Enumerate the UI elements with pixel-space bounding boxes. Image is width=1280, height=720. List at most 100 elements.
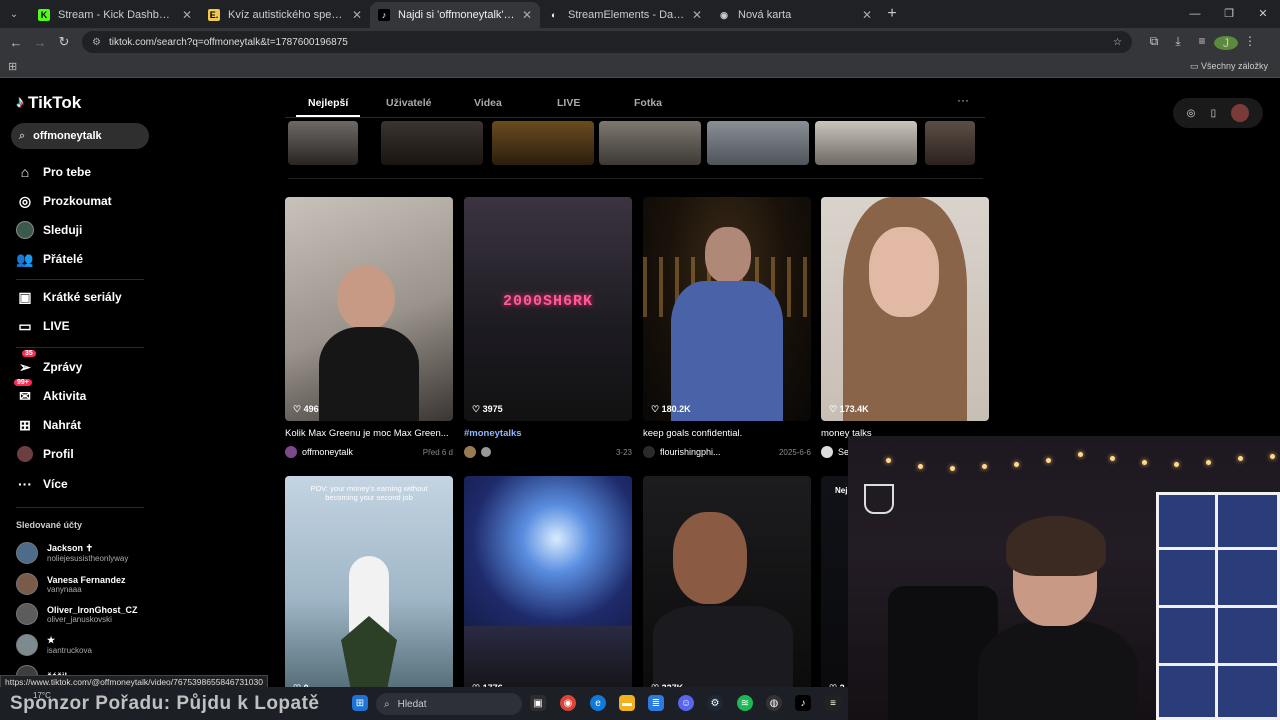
- video-card[interactable]: ♡ 327K: [643, 476, 811, 700]
- followed-account[interactable]: Oliver_IronGhost_CZ oliver_januskovski: [16, 603, 156, 625]
- sidebar-item-profil[interactable]: Profil: [16, 445, 74, 463]
- more-options-icon[interactable]: ···: [957, 93, 969, 107]
- video-thumbnail[interactable]: ♡ 180.2K: [643, 197, 811, 421]
- site-info-icon[interactable]: ⚙: [92, 37, 101, 48]
- video-card[interactable]: ♡ 496 Kolik Max Greenu je moc Max Green.…: [285, 197, 453, 458]
- sidebar-item-pratele[interactable]: 👥 Přátelé: [16, 250, 83, 268]
- extensions-icon[interactable]: ⧉: [1142, 34, 1166, 50]
- address-bar[interactable]: ⚙ tiktok.com/search?q=offmoneytalk&t=178…: [82, 31, 1132, 53]
- chrome-icon[interactable]: ◉: [560, 695, 576, 711]
- video-thumbnail[interactable]: 2000SH6RK ♡ 3975: [464, 197, 632, 421]
- windows-start-icon[interactable]: ⊞: [352, 695, 368, 711]
- video-thumbnail[interactable]: ♡ 173.4K: [821, 197, 989, 421]
- taskbar-search[interactable]: ⌕ Hledat: [376, 693, 522, 715]
- sidebar-item-prozkoumat[interactable]: ◎ Prozkoumat: [16, 192, 112, 210]
- new-tab-button[interactable]: +: [880, 5, 904, 23]
- reading-list-icon[interactable]: ≡: [1190, 34, 1214, 50]
- author-avatar[interactable]: [464, 446, 476, 458]
- close-icon[interactable]: ✕: [692, 8, 702, 22]
- sidebar-item-live[interactable]: ▭ LIVE: [16, 317, 69, 335]
- browser-tab-efaq[interactable]: E. Kvíz autistického spektra | eFAQ ✕: [200, 2, 370, 28]
- sidebar-item-aktivita[interactable]: ✉ 99+ Aktivita: [14, 379, 86, 405]
- followed-account[interactable]: Vanesa Fernandez vanynaaa: [16, 573, 156, 595]
- obs-icon[interactable]: ◍: [766, 695, 782, 711]
- restore-icon[interactable]: ❐: [1212, 0, 1246, 28]
- video-caption[interactable]: keep goals confidential.: [643, 428, 811, 439]
- tab-uzivatele[interactable]: Uživatelé: [386, 97, 432, 109]
- video-caption[interactable]: #moneytalks: [464, 428, 632, 439]
- strip-thumb[interactable]: [381, 121, 483, 165]
- browser-tab-streamelements[interactable]: ◐ StreamElements - Dashboard ✕: [540, 2, 710, 28]
- apps-grid-icon[interactable]: ⊞: [8, 60, 17, 73]
- author-name[interactable]: flourishingphi...: [660, 447, 779, 457]
- close-icon[interactable]: ✕: [522, 8, 532, 22]
- all-bookmarks-button[interactable]: ▭ Všechny záložky: [1190, 61, 1268, 72]
- strip-thumb[interactable]: [925, 121, 975, 165]
- file-explorer-icon[interactable]: ▬: [619, 695, 635, 711]
- video-thumbnail[interactable]: POV: your money's earning without becomi…: [285, 476, 453, 700]
- forward-icon[interactable]: →: [28, 35, 52, 50]
- author-avatar[interactable]: [285, 446, 297, 458]
- strip-thumb[interactable]: [599, 121, 701, 165]
- task-view-icon[interactable]: ▣: [530, 695, 546, 711]
- author-avatar[interactable]: [643, 446, 655, 458]
- tab-search-icon[interactable]: ⌄: [4, 4, 24, 24]
- close-icon[interactable]: ✕: [182, 8, 192, 22]
- menu-icon[interactable]: ⋮: [1238, 34, 1262, 50]
- user-avatar[interactable]: [1231, 104, 1250, 122]
- author-avatar[interactable]: [821, 446, 833, 458]
- app-icon[interactable]: ≡: [825, 695, 841, 711]
- video-card[interactable]: ♡ 173.4K money talks Se: [821, 197, 989, 458]
- minimize-icon[interactable]: —: [1178, 0, 1212, 28]
- discord-icon[interactable]: ☺: [678, 695, 694, 711]
- video-thumbnail[interactable]: ♡ 496: [285, 197, 453, 421]
- sidebar-item-zpravy[interactable]: ➢ 35 Zprávy: [16, 350, 82, 376]
- tab-nejlepsi[interactable]: Nejlepší: [308, 97, 348, 109]
- strip-thumb[interactable]: [492, 121, 594, 165]
- tab-live[interactable]: LIVE: [557, 97, 580, 109]
- tab-videa[interactable]: Videa: [474, 97, 502, 109]
- video-thumbnail[interactable]: ♡ 327K: [643, 476, 811, 700]
- steam-icon[interactable]: ⚙: [707, 695, 723, 711]
- close-icon[interactable]: ✕: [862, 8, 872, 22]
- strip-thumb[interactable]: [707, 121, 809, 165]
- close-icon[interactable]: ✕: [352, 8, 362, 22]
- video-card[interactable]: ♡ 180.2K keep goals confidential. flouri…: [643, 197, 811, 458]
- notepad-icon[interactable]: ≣: [648, 695, 664, 711]
- tab-fotka[interactable]: Fotka: [634, 97, 662, 109]
- search-input[interactable]: ⌕ offmoneytalk: [11, 123, 149, 149]
- sidebar-item-pro-tebe[interactable]: ⌂ Pro tebe: [16, 163, 91, 181]
- sidebar-item-sleduji[interactable]: Sleduji: [16, 221, 82, 239]
- video-caption[interactable]: Kolik Max Greenu je moc Max Green...: [285, 428, 453, 439]
- url-text[interactable]: tiktok.com/search?q=offmoneytalk&t=17876…: [109, 37, 1113, 48]
- followed-account[interactable]: ★ isantruckova: [16, 634, 156, 656]
- strip-thumb[interactable]: [815, 121, 917, 165]
- phone-icon[interactable]: ▯: [1211, 108, 1217, 119]
- sidebar-item-vice[interactable]: ··· Více: [16, 475, 68, 493]
- browser-tab-newtab[interactable]: ◉ Nová karta ✕: [710, 2, 880, 28]
- download-icon[interactable]: ⤓: [1166, 34, 1190, 50]
- tiktok-app-icon[interactable]: ♪: [795, 695, 811, 711]
- back-icon[interactable]: ←: [4, 35, 28, 50]
- video-thumbnail[interactable]: ♡ 1776: [464, 476, 632, 700]
- browser-tab-tiktok[interactable]: ♪ Najdi si 'offmoneytalk' na TikTok ✕: [370, 2, 540, 28]
- browser-tab-kick[interactable]: K Stream - Kick Dashboard ✕: [30, 2, 200, 28]
- search-value[interactable]: offmoneytalk: [33, 130, 101, 142]
- video-card[interactable]: 2000SH6RK ♡ 3975 #moneytalks 3-23: [464, 197, 632, 458]
- close-window-icon[interactable]: ✕: [1246, 0, 1280, 28]
- author-name[interactable]: offmoneytalk: [302, 447, 423, 457]
- edge-icon[interactable]: e: [590, 695, 606, 711]
- spotify-icon[interactable]: ≋: [737, 695, 753, 711]
- bookmark-star-icon[interactable]: ☆: [1113, 37, 1122, 48]
- strip-thumb[interactable]: [288, 121, 358, 165]
- video-card[interactable]: POV: your money's earning without becomi…: [285, 476, 453, 700]
- tiktok-logo[interactable]: ♪ TikTok: [16, 93, 81, 113]
- followed-account[interactable]: Jackson ✝ noliejesusistheonlyway: [16, 542, 156, 564]
- sidebar-item-nahrat[interactable]: ⊞ Nahrát: [16, 416, 81, 434]
- profile-avatar[interactable]: J: [1214, 34, 1238, 50]
- compass-icon[interactable]: ◎: [1187, 108, 1196, 119]
- author-avatar[interactable]: [481, 447, 491, 457]
- video-card[interactable]: ♡ 1776: [464, 476, 632, 700]
- reload-icon[interactable]: ↻: [52, 34, 76, 50]
- sidebar-item-kratke-serialy[interactable]: ▣ Krátké seriály: [16, 288, 121, 306]
